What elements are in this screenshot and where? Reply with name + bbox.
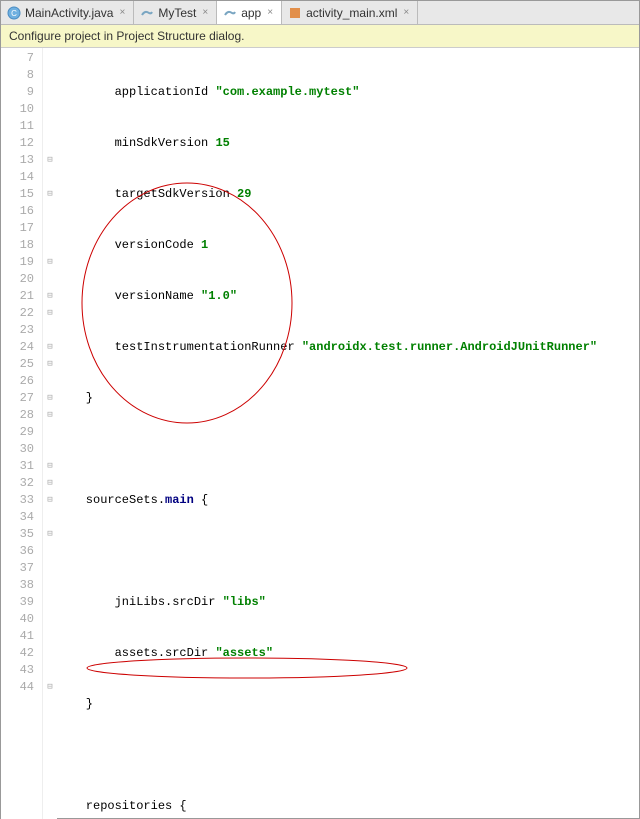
fold-open-icon: ⊟ xyxy=(43,186,57,203)
java-file-icon: C xyxy=(7,6,21,20)
fold-open-icon: ⊟ xyxy=(43,390,57,407)
fold-close-icon: ⊟ xyxy=(43,679,57,696)
tab-label: MainActivity.java xyxy=(25,6,113,20)
tab-label: activity_main.xml xyxy=(306,6,397,20)
svg-text:C: C xyxy=(11,9,17,18)
fold-open-icon: ⊟ xyxy=(43,526,57,543)
gradle-icon xyxy=(140,6,154,20)
fold-open-icon: ⊟ xyxy=(43,407,57,424)
fold-gutter[interactable]: ⊟⊟⊟⊟⊟⊟⊟⊟⊟⊟⊟⊟⊟⊟ xyxy=(43,48,57,819)
project-structure-hint[interactable]: Configure project in Project Structure d… xyxy=(1,25,639,48)
tab-label: app xyxy=(241,6,261,20)
close-icon[interactable]: × xyxy=(200,7,210,18)
fold-close-icon: ⊟ xyxy=(43,152,57,169)
tab-app[interactable]: app × xyxy=(217,1,282,24)
close-icon[interactable]: × xyxy=(117,7,127,18)
tab-label: MyTest xyxy=(158,6,196,20)
gradle-icon xyxy=(223,6,237,20)
editor-tabbar: C MainActivity.java × MyTest × app × act… xyxy=(1,1,639,25)
fold-close-icon: ⊟ xyxy=(43,458,57,475)
close-icon[interactable]: × xyxy=(401,7,411,18)
tab-mytest[interactable]: MyTest × xyxy=(134,1,217,24)
xml-file-icon xyxy=(288,6,302,20)
fold-open-icon: ⊟ xyxy=(43,305,57,322)
fold-close-icon: ⊟ xyxy=(43,492,57,509)
tab-activitymain[interactable]: activity_main.xml × xyxy=(282,1,418,24)
code-area[interactable]: applicationId "com.example.mytest" minSd… xyxy=(57,48,639,819)
close-icon[interactable]: × xyxy=(265,7,275,18)
fold-close-icon: ⊟ xyxy=(43,475,57,492)
tab-mainactivity[interactable]: C MainActivity.java × xyxy=(1,1,134,24)
fold-close-icon: ⊟ xyxy=(43,254,57,271)
fold-close-icon: ⊟ xyxy=(43,339,57,356)
code-editor[interactable]: 7891011121314151617181920212223242526272… xyxy=(1,48,639,819)
line-gutter: 7891011121314151617181920212223242526272… xyxy=(1,48,43,819)
fold-open-icon: ⊟ xyxy=(43,288,57,305)
fold-close-icon: ⊟ xyxy=(43,356,57,373)
